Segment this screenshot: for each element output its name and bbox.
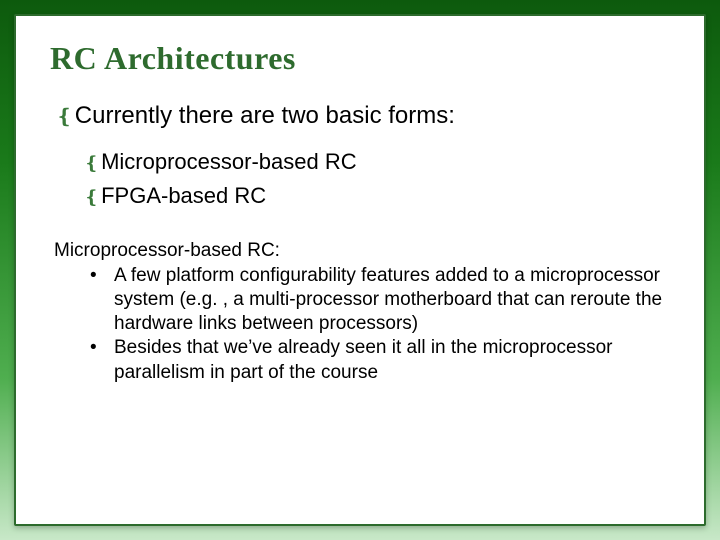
sub-list: ❴Microprocessor-based RC ❴FPGA-based RC xyxy=(84,145,670,213)
slide-card: RC Architectures ❴Currently there are tw… xyxy=(14,14,706,526)
body-bullet: Besides that we’ve already seen it all i… xyxy=(90,336,670,385)
body-block: Microprocessor-based RC: A few platform … xyxy=(54,239,670,385)
sub-item: ❴FPGA-based RC xyxy=(84,179,670,213)
tilde-icon: ❴ xyxy=(56,105,73,130)
tilde-icon: ❴ xyxy=(84,184,99,212)
body-heading: Microprocessor-based RC: xyxy=(54,239,670,263)
lead-line: ❴Currently there are two basic forms: xyxy=(56,101,670,131)
body-bullet: A few platform configurability features … xyxy=(90,264,670,337)
body-bullets: A few platform configurability features … xyxy=(90,264,670,386)
sub-item-text: FPGA-based RC xyxy=(101,183,266,208)
sub-item-text: Microprocessor-based RC xyxy=(101,149,357,174)
tilde-icon: ❴ xyxy=(84,150,99,178)
lead-text: Currently there are two basic forms: xyxy=(75,102,455,129)
slide-title: RC Architectures xyxy=(50,40,670,77)
sub-item: ❴Microprocessor-based RC xyxy=(84,145,670,179)
